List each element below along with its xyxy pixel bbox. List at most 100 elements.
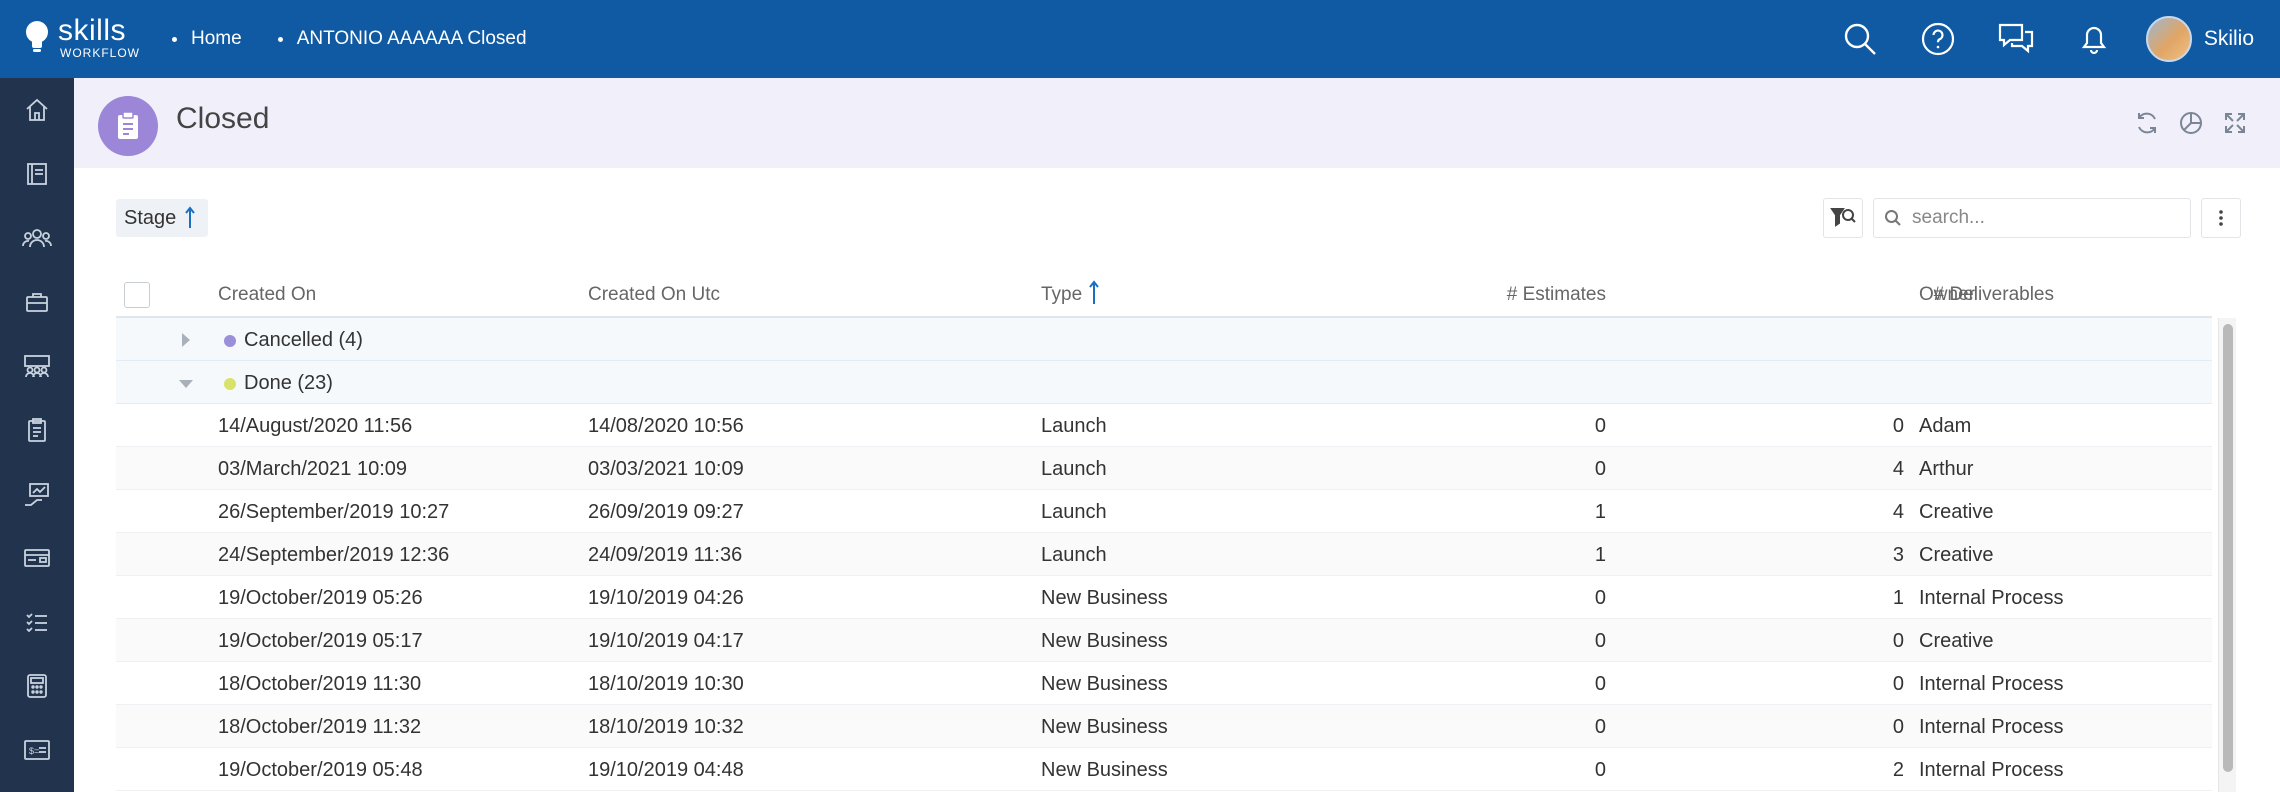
cell-type: New Business xyxy=(1041,587,1168,609)
group-row-cancelled[interactable]: Cancelled (4) xyxy=(116,318,2212,361)
chat-icon[interactable] xyxy=(1996,19,2036,59)
expand-icon[interactable] xyxy=(2220,108,2250,138)
cell-created-on-utc: 19/10/2019 04:48 xyxy=(588,759,744,781)
cell-type: Launch xyxy=(1041,501,1107,523)
column-header-deliverables[interactable]: # Deliverables xyxy=(1766,284,2054,306)
book-icon xyxy=(27,163,47,185)
app-logo[interactable]: skills WORKFLOW xyxy=(20,14,150,64)
table-row[interactable]: 26/September/2019 10:27 26/09/2019 09:27… xyxy=(116,490,2212,533)
top-actions: Skilio xyxy=(1840,0,2280,78)
cell-created-on-utc: 26/09/2019 09:27 xyxy=(588,501,744,523)
column-header-type[interactable]: Type xyxy=(1041,280,1100,306)
cell-owner: Internal Process xyxy=(1919,587,2064,609)
table-row[interactable]: 24/September/2019 12:36 24/09/2019 11:36… xyxy=(116,533,2212,576)
filter-search-icon xyxy=(1830,208,1856,227)
scrollbar-thumb[interactable] xyxy=(2223,324,2233,772)
expand-arrow-icon[interactable] xyxy=(176,330,196,350)
cell-created-on: 24/September/2019 12:36 xyxy=(218,544,450,566)
pie-chart-icon[interactable] xyxy=(2176,108,2206,138)
cell-estimates: 0 xyxy=(1594,759,1606,781)
sort-ascending-icon xyxy=(1089,280,1099,304)
collapse-arrow-icon[interactable] xyxy=(176,373,196,393)
refresh-icon[interactable] xyxy=(2132,108,2162,138)
clipboard-icon xyxy=(28,418,46,442)
cell-created-on-utc: 18/10/2019 10:30 xyxy=(588,673,744,695)
search-icon[interactable] xyxy=(1840,19,1880,59)
username[interactable]: Skilio xyxy=(2204,27,2254,51)
vertical-scrollbar[interactable] xyxy=(2218,318,2236,792)
help-icon[interactable] xyxy=(1918,19,1958,59)
cell-estimates: 0 xyxy=(1594,630,1606,652)
table-header: Created On Created On Utc Type # Estimat… xyxy=(116,272,2212,318)
table-row[interactable]: 18/October/2019 11:32 18/10/2019 10:32 N… xyxy=(116,705,2212,748)
invoice-icon: $= xyxy=(24,740,50,760)
cell-deliverables: 3 xyxy=(1892,544,1904,566)
column-header-created-on[interactable]: Created On xyxy=(218,284,316,306)
data-grid: Created On Created On Utc Type # Estimat… xyxy=(116,272,2212,791)
breadcrumb-home[interactable]: Home xyxy=(172,28,242,50)
sidebar-item-book[interactable] xyxy=(0,142,74,206)
sidebar-item-chart[interactable] xyxy=(0,462,74,526)
more-options-button[interactable] xyxy=(2201,198,2241,238)
cell-owner: Creative xyxy=(1919,630,1994,652)
cell-deliverables: 4 xyxy=(1892,458,1904,480)
home-icon xyxy=(26,98,48,121)
sidebar-item-clipboard[interactable] xyxy=(0,398,74,462)
table-row[interactable]: 19/October/2019 05:26 19/10/2019 04:26 N… xyxy=(116,576,2212,619)
group-label: Cancelled (4) xyxy=(224,329,363,352)
search-input[interactable] xyxy=(1912,207,2172,229)
cell-estimates: 1 xyxy=(1594,544,1606,566)
table-row[interactable]: 19/October/2019 05:48 19/10/2019 04:48 N… xyxy=(116,748,2212,791)
cell-estimates: 0 xyxy=(1594,415,1606,437)
group-row-done[interactable]: Done (23) xyxy=(116,361,2212,404)
cell-created-on-utc: 19/10/2019 04:26 xyxy=(588,587,744,609)
table-row[interactable]: 03/March/2021 10:09 03/03/2021 10:09 Lau… xyxy=(116,447,2212,490)
column-header-created-on-utc[interactable]: Created On Utc xyxy=(588,284,720,306)
search-field[interactable] xyxy=(1873,198,2191,238)
cell-created-on-utc: 24/09/2019 11:36 xyxy=(588,544,743,566)
table-row[interactable]: 18/October/2019 11:30 18/10/2019 10:30 N… xyxy=(116,662,2212,705)
sidebar-item-checklist[interactable] xyxy=(0,590,74,654)
group-label: Done (23) xyxy=(224,372,333,395)
briefcase-icon xyxy=(26,293,48,312)
cell-created-on: 03/March/2021 10:09 xyxy=(218,458,408,480)
group-by-stage-chip[interactable]: Stage xyxy=(116,199,209,237)
page-header: Closed xyxy=(74,78,2280,168)
avatar[interactable] xyxy=(2145,16,2192,62)
group-by-label: Stage xyxy=(124,206,177,229)
sidebar-item-card[interactable] xyxy=(0,526,74,590)
breadcrumb-current[interactable]: ANTONIO AAAAAA Closed xyxy=(277,28,527,50)
brand-subtitle: WORKFLOW xyxy=(60,46,140,60)
cell-deliverables: 1 xyxy=(1892,587,1904,609)
top-bar: skills WORKFLOW Home ANTONIO AAAAAA Clos… xyxy=(0,0,2280,78)
cell-deliverables: 2 xyxy=(1892,759,1904,781)
column-header-owner[interactable]: Owner xyxy=(1919,284,1975,306)
filter-button[interactable] xyxy=(1823,198,1863,238)
table-row[interactable]: 14/August/2020 11:56 14/08/2020 10:56 La… xyxy=(116,404,2212,447)
sidebar-item-briefcase[interactable] xyxy=(0,270,74,334)
sidebar-item-invoice[interactable]: $= xyxy=(0,718,74,782)
sidebar-item-calculator[interactable] xyxy=(0,654,74,718)
cell-type: Launch xyxy=(1041,415,1107,437)
cell-owner: Internal Process xyxy=(1919,716,2064,738)
table-row[interactable]: 19/October/2019 05:17 19/10/2019 04:17 N… xyxy=(116,619,2212,662)
sidebar: $= xyxy=(0,78,74,792)
sidebar-item-people[interactable] xyxy=(0,206,74,270)
sidebar-item-home[interactable] xyxy=(0,78,74,142)
breadcrumb-bullet xyxy=(172,36,177,42)
group-title: Cancelled (4) xyxy=(244,329,363,351)
sidebar-item-team[interactable] xyxy=(0,334,74,398)
stage-color-dot xyxy=(224,334,236,347)
more-vertical-icon xyxy=(2219,210,2223,226)
cell-created-on: 19/October/2019 05:17 xyxy=(218,630,423,652)
brand-name: skills xyxy=(58,14,126,47)
cell-created-on: 19/October/2019 05:48 xyxy=(218,759,423,781)
breadcrumb-bullet xyxy=(277,36,283,42)
card-icon xyxy=(24,549,50,567)
bell-icon[interactable] xyxy=(2074,19,2114,59)
column-header-estimates[interactable]: # Estimates xyxy=(1386,284,1606,306)
cell-deliverables: 0 xyxy=(1892,716,1904,738)
select-all-checkbox[interactable] xyxy=(124,282,150,308)
cell-created-on: 26/September/2019 10:27 xyxy=(218,501,450,523)
cell-estimates: 0 xyxy=(1594,673,1606,695)
